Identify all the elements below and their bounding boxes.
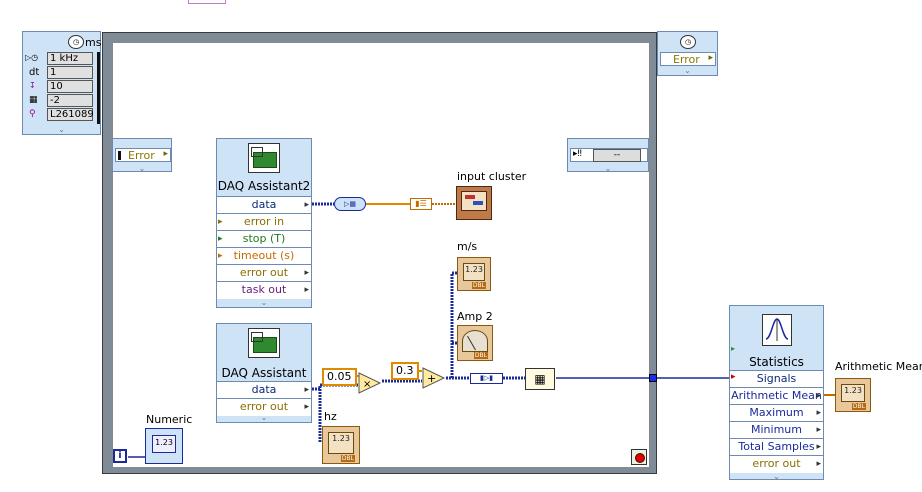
arith-mean-indicator[interactable]: 1.23 DBL xyxy=(835,378,871,412)
error-left-marker xyxy=(118,151,121,160)
svg-text:+: + xyxy=(427,372,436,385)
warning-icon: ▸‼ xyxy=(573,149,582,159)
loop-output-tunnel[interactable] xyxy=(649,374,657,382)
multiply-node[interactable]: × xyxy=(358,372,382,394)
priority-field[interactable]: -2 xyxy=(47,94,93,107)
error-label: Error xyxy=(673,53,700,66)
inner-terminal[interactable]: ▸‼ -- xyxy=(570,148,648,162)
config-row-dt[interactable]: dt 1 xyxy=(25,66,98,80)
source-field[interactable]: 1 kHz xyxy=(47,52,93,65)
arrow-right-icon: ▸ xyxy=(163,149,168,159)
terminal-signals[interactable]: Signals xyxy=(730,370,823,388)
daq-icon xyxy=(248,328,280,358)
right-loop-output-node[interactable]: ◷ Error ▸ ⌄ xyxy=(657,31,718,76)
priority-icon: ▦ xyxy=(29,95,38,105)
expand-chevron[interactable]: ⌄ xyxy=(658,66,717,75)
amp2-label: Amp 2 xyxy=(457,310,493,323)
terminal-maximum[interactable]: Maximum xyxy=(730,404,823,422)
bundle-node[interactable]: ▮☰ xyxy=(410,198,432,210)
terminal-stop[interactable]: stop (T) xyxy=(217,230,311,248)
offset-field[interactable]: 10 xyxy=(47,80,93,93)
terminal-arithmetic-mean[interactable]: Arithmetic Mean xyxy=(730,387,823,405)
config-row-name[interactable]: ⚲ L261089 xyxy=(25,108,98,122)
expand-chevron[interactable]: ⌄ xyxy=(113,164,171,173)
input-cluster-label: input cluster xyxy=(457,170,527,183)
dbl-tag: DBL xyxy=(851,403,866,410)
right-inner-node[interactable]: ▸‼ -- ⌄ xyxy=(567,138,649,173)
terminal-minimum[interactable]: Minimum xyxy=(730,421,823,439)
terminal-task-out[interactable]: task out xyxy=(217,281,311,299)
dt-icon: dt xyxy=(29,67,40,78)
inner-value: -- xyxy=(593,149,641,162)
timed-loop-config-node[interactable]: ◷ ms ▷◷ 1 kHz dt 1 ↧ 10 ▦ -2 ⚲ L261089 ⌄ xyxy=(22,31,101,135)
source-icon: ▷◷ xyxy=(25,53,39,62)
dt-field[interactable]: 1 xyxy=(47,66,93,79)
daq-assistant-node[interactable]: DAQ Assistant data error out ⌄ xyxy=(216,323,312,423)
arrow-right-icon: ▸ xyxy=(708,53,713,63)
arith-mean-label: Arithmetic Mean xyxy=(835,360,922,373)
error-label: Error xyxy=(128,149,155,162)
build-waveform-node[interactable]: ▦ xyxy=(525,368,555,390)
hz-indicator[interactable]: 1.23 DBL xyxy=(322,426,360,464)
numeric-indicator[interactable]: 1.23 xyxy=(145,428,183,464)
signals-input-arrow: ▸ xyxy=(731,372,736,382)
expand-chevron[interactable]: ⌄ xyxy=(217,413,311,422)
name-field[interactable]: L261089 xyxy=(47,108,94,121)
dbl-tag: DBL xyxy=(473,352,488,359)
clock-icon: ◷ xyxy=(680,35,696,49)
daq2-title: DAQ Assistant2 xyxy=(217,179,311,193)
input-cluster-indicator[interactable] xyxy=(456,186,492,220)
daq1-title: DAQ Assistant xyxy=(221,366,307,380)
expand-chevron[interactable]: ⌄ xyxy=(217,298,311,307)
expand-chevron[interactable]: ⌄ xyxy=(568,164,648,173)
daq-icon xyxy=(248,143,280,173)
add-node[interactable]: + xyxy=(422,367,446,389)
terminal-error-out[interactable]: error out xyxy=(217,264,311,282)
to-dynamic-data-node[interactable]: ▮▷▮ xyxy=(470,373,503,384)
hz-value: 1.23 xyxy=(328,432,354,454)
terminal-total-samples[interactable]: Total Samples xyxy=(730,438,823,456)
arith-mean-value: 1.23 xyxy=(841,384,865,402)
amp2-gauge[interactable]: DBL xyxy=(457,325,493,361)
terminal-timeout[interactable]: timeout (s) xyxy=(217,247,311,265)
svg-text:×: × xyxy=(363,379,371,390)
ms-indicator[interactable]: 1.23 DBL xyxy=(457,257,491,291)
daq-assistant2-node[interactable]: DAQ Assistant2 data error in stop (T) ti… xyxy=(216,138,312,308)
dbl-tag: DBL xyxy=(340,455,355,462)
error-terminal[interactable]: Error ▸ xyxy=(660,52,716,66)
config-header-label: ms xyxy=(85,36,102,49)
stop-condition-icon[interactable] xyxy=(631,449,647,465)
terminal-error-out[interactable]: error out xyxy=(730,455,823,473)
from-dynamic-data-node[interactable]: ▷▦ xyxy=(334,197,366,211)
stats-dyn-input-marker: ▸ xyxy=(731,344,736,353)
name-icon: ⚲ xyxy=(29,109,36,119)
expand-chevron[interactable]: ⌄ xyxy=(730,472,823,481)
config-expand-chevron[interactable]: ⌄ xyxy=(23,125,100,134)
statistics-title: Statistics xyxy=(749,355,804,369)
terminal-data[interactable]: data xyxy=(217,196,311,214)
config-row-offset[interactable]: ↧ 10 xyxy=(25,80,98,94)
constant-03[interactable]: 0.3 xyxy=(391,362,419,380)
numeric-value: 1.23 xyxy=(152,435,176,453)
terminal-error-in[interactable]: error in xyxy=(217,213,311,231)
numeric-label: Numeric xyxy=(146,413,193,426)
config-row-source[interactable]: ▷◷ 1 kHz xyxy=(25,52,98,66)
config-row-priority[interactable]: ▦ -2 xyxy=(25,94,98,108)
terminal-data[interactable]: data xyxy=(217,381,311,399)
iteration-terminal[interactable]: i xyxy=(113,449,127,463)
offset-icon: ↧ xyxy=(29,81,36,90)
error-terminal[interactable]: Error ▸ xyxy=(115,148,171,162)
statistics-icon xyxy=(762,314,792,346)
clock-icon: ◷ xyxy=(68,35,84,49)
left-loop-input-node[interactable]: Error ▸ ⌄ xyxy=(112,138,172,173)
ms-value: 1.23 xyxy=(463,263,485,281)
ms-label: m/s xyxy=(457,240,478,253)
statistics-node[interactable]: ▸ Statistics Signals ▸ Arithmetic Mean M… xyxy=(729,305,824,481)
hz-label: hz xyxy=(324,410,337,423)
config-scrollbar[interactable] xyxy=(97,52,100,124)
constant-005[interactable]: 0.05 xyxy=(322,368,357,386)
dbl-tag: DBL xyxy=(471,282,486,289)
